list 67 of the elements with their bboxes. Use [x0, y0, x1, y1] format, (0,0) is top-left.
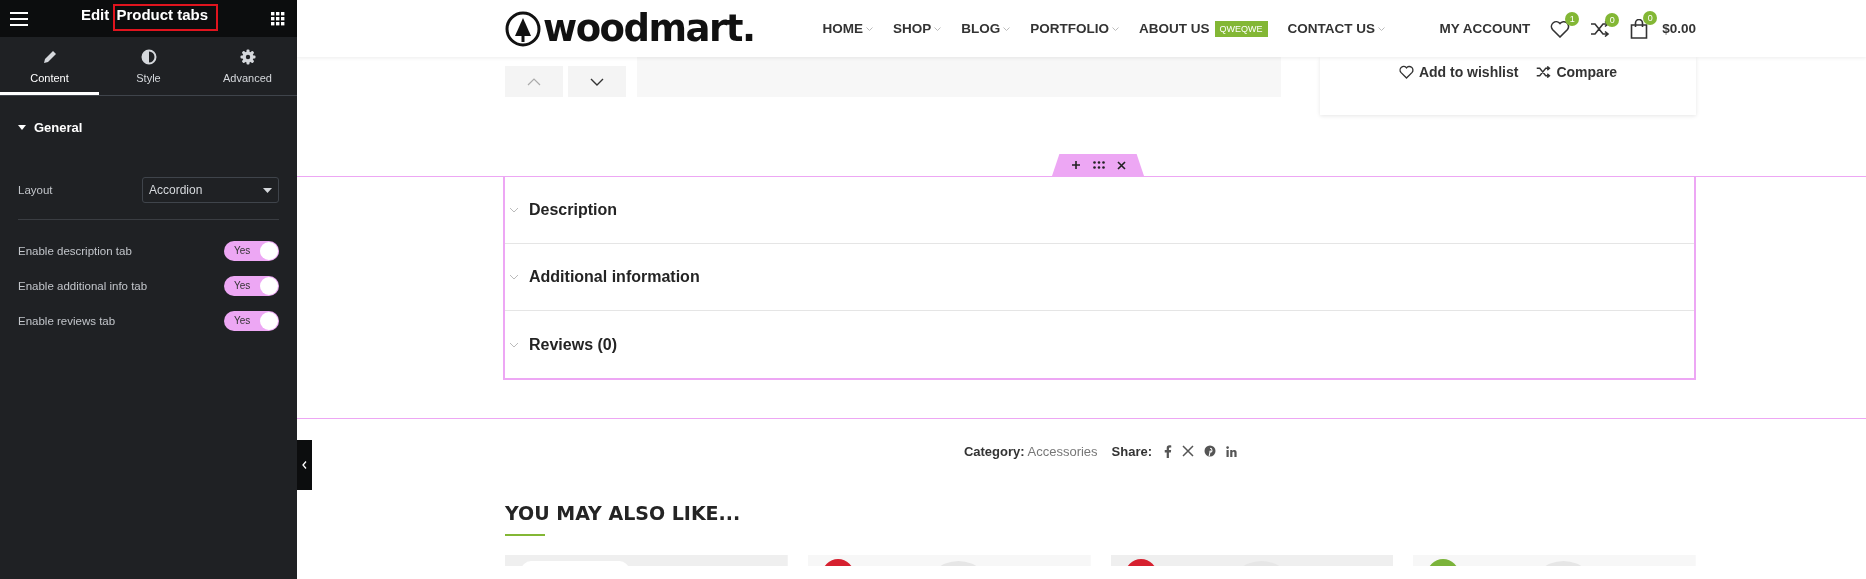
- settings-icon: [239, 49, 256, 65]
- compare-link[interactable]: Compare: [1536, 61, 1618, 83]
- menu-label-badge: QWEQWE: [1214, 20, 1268, 37]
- caret-icon: [18, 124, 26, 131]
- add-to-wishlist-link[interactable]: Add to wishlist: [1398, 61, 1519, 83]
- shopping-bag-icon: [1630, 18, 1649, 39]
- category-link[interactable]: Accessories: [1027, 443, 1098, 459]
- menu-icon[interactable]: [10, 11, 28, 26]
- close-icon[interactable]: [1116, 160, 1126, 170]
- chevron-down-icon: [509, 274, 519, 280]
- count-badge: 0: [1605, 12, 1620, 27]
- shuffle-icon: [1590, 20, 1611, 37]
- cart-button[interactable]: [1630, 18, 1649, 39]
- apps-grid-icon[interactable]: [271, 11, 285, 26]
- chevron-down-icon: [934, 26, 942, 31]
- heart-icon: [1398, 65, 1414, 79]
- toggle-switch[interactable]: Yes: [224, 240, 279, 261]
- nav-link[interactable]: CONTACT US: [1287, 21, 1386, 36]
- nav-link[interactable]: HOME: [822, 21, 874, 36]
- account-link[interactable]: MY ACCOUNT: [1439, 21, 1531, 36]
- chevron-down-icon: [590, 77, 604, 86]
- panel-tab[interactable]: Content: [0, 37, 99, 95]
- count-badge: 0: [1643, 10, 1658, 25]
- logo-wordmark[interactable]: woodmart.: [543, 10, 755, 47]
- chevron-down-icon: [509, 207, 519, 213]
- collapse-panel-button[interactable]: [297, 440, 312, 490]
- section-heading: YOU MAY ALSO LIKE...: [505, 502, 742, 524]
- toggle-switch[interactable]: Yes: [224, 275, 279, 296]
- add-icon[interactable]: [1070, 160, 1081, 170]
- x-logo-icon[interactable]: [1182, 445, 1195, 457]
- wishlist-button[interactable]: [1550, 19, 1571, 38]
- chevron-down-icon: [1003, 26, 1011, 31]
- caret-icon: [263, 187, 272, 193]
- layout-select[interactable]: Accordion: [142, 177, 279, 203]
- shuffle-icon: [1536, 66, 1552, 78]
- facebook-icon[interactable]: [1164, 444, 1173, 458]
- panel-tab[interactable]: Advanced: [198, 37, 297, 95]
- section-handle[interactable]: [1052, 154, 1144, 176]
- nav-link[interactable]: SHOP: [893, 21, 942, 36]
- drag-handle-icon[interactable]: [1092, 161, 1105, 169]
- product-category: Category: Accessories: [963, 443, 1098, 459]
- field-label: Enable reviews tab: [18, 314, 116, 327]
- chevron-down-icon: [866, 26, 874, 31]
- cart-total: $0.00: [1662, 21, 1696, 36]
- pinterest-icon[interactable]: [1204, 445, 1217, 457]
- pencil-icon: [41, 49, 58, 65]
- contrast-icon: [140, 49, 157, 65]
- field-label: Enable additional info tab: [18, 279, 148, 292]
- chevron-down-icon: [509, 341, 519, 348]
- chevron-left-icon: [302, 461, 307, 469]
- compare-button[interactable]: [1590, 20, 1611, 37]
- nav-link[interactable]: BLOG: [961, 21, 1011, 36]
- chevron-up-icon: [527, 77, 541, 86]
- toggle-switch[interactable]: Yes: [224, 310, 279, 331]
- chevron-down-icon: [1112, 26, 1120, 31]
- heart-icon: [1550, 19, 1571, 38]
- share-label: Share:: [1111, 443, 1153, 459]
- panel-tab[interactable]: Style: [99, 37, 198, 95]
- field-label: Layout: [18, 184, 53, 196]
- nav-link[interactable]: PORTFOLIO: [1030, 21, 1120, 36]
- count-badge: 1: [1565, 11, 1580, 26]
- nav-link[interactable]: ABOUT US: [1139, 21, 1210, 36]
- section-header[interactable]: General: [18, 120, 83, 135]
- tree-logo-icon: [505, 10, 541, 47]
- field-label: Enable description tab: [18, 244, 132, 257]
- linkedin-icon[interactable]: [1226, 445, 1238, 457]
- chevron-down-icon: [1378, 26, 1386, 31]
